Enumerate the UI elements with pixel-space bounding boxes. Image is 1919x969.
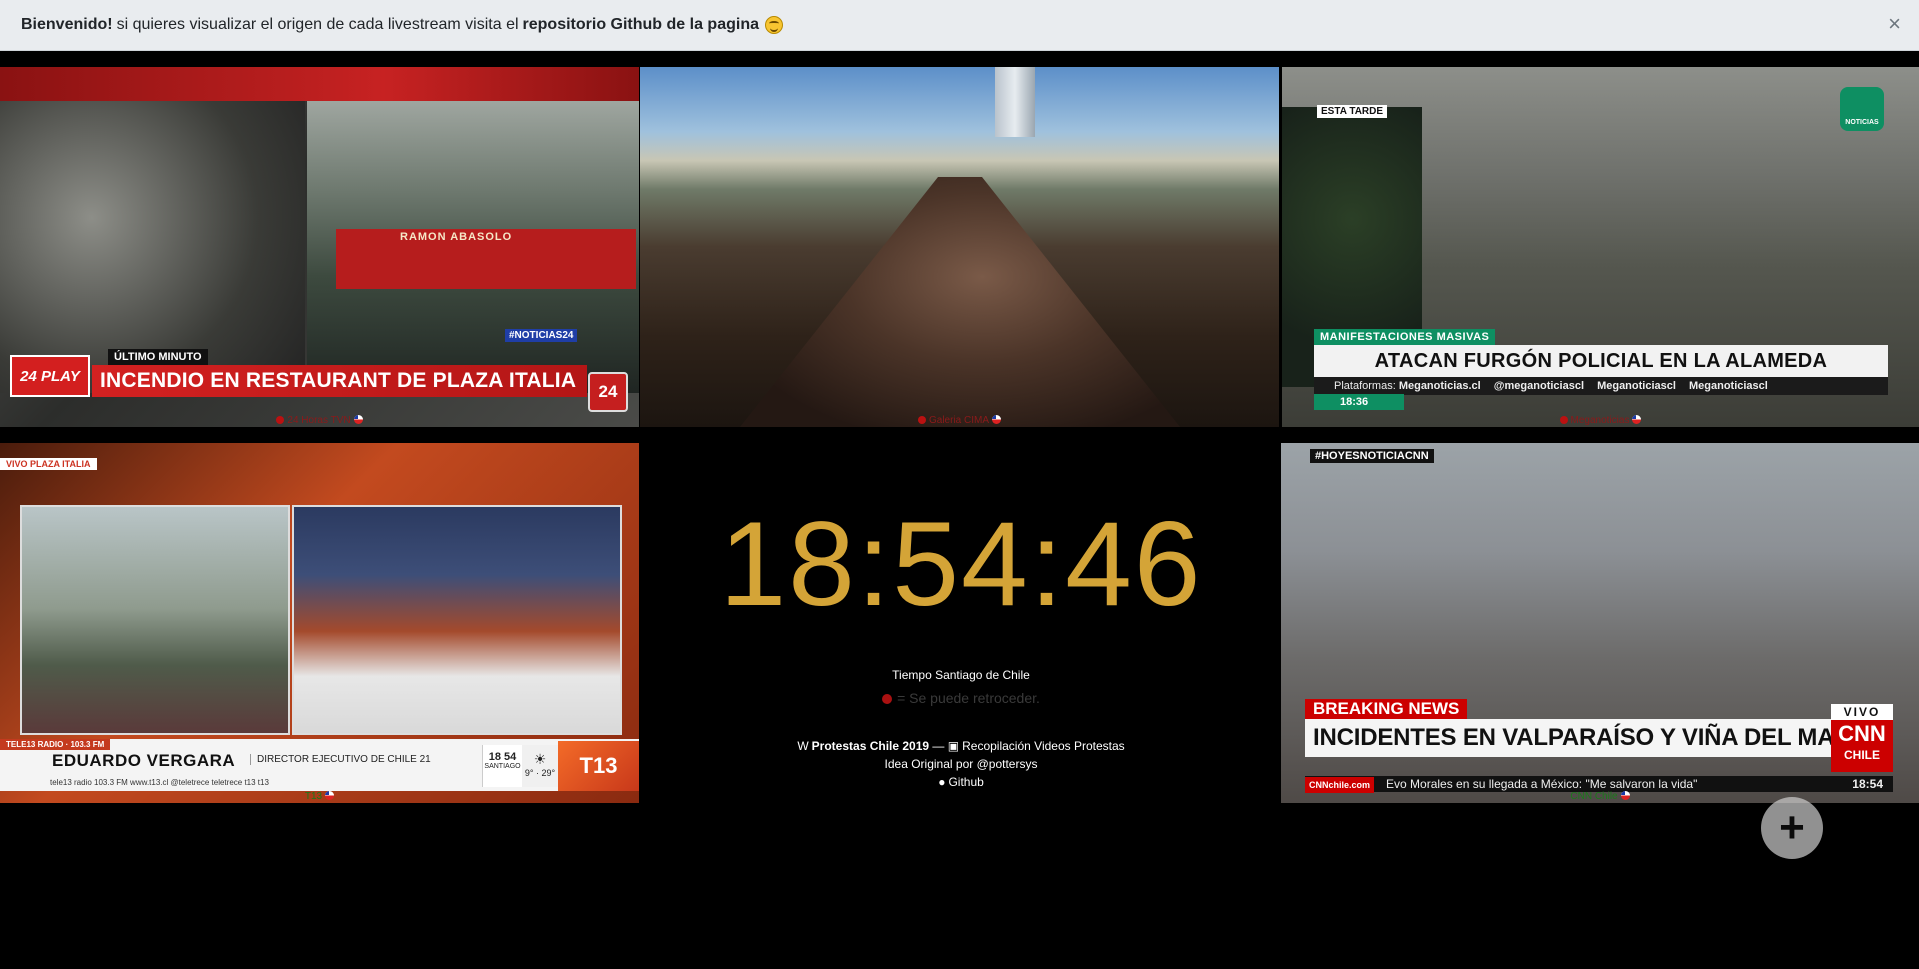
chile-flag-icon [1632, 415, 1642, 424]
cnn-hashtag: #HOYESNOTICIACNN [1310, 449, 1434, 463]
timezone-label: Tiempo Santiago de Chile [892, 668, 1030, 682]
credit-line[interactable]: Idea Original por @pottersys [640, 755, 1282, 773]
stream-label[interactable]: T13 [0, 791, 639, 802]
welcome-alert: Bienvenido! si quieres visualizar el ori… [0, 0, 1919, 51]
github-icon: ● [938, 775, 946, 789]
stream-label-text: CNN Chile [1570, 791, 1618, 802]
platform-facebook: Meganoticiascl [1597, 380, 1676, 392]
platform-twitter: @meganoticiascl [1493, 380, 1584, 392]
t13-clock: 18 54 SANTIAGO [482, 745, 522, 787]
github-link[interactable]: Github [948, 775, 983, 789]
live-dot-icon [1559, 416, 1568, 424]
wiki-link[interactable]: Protestas Chile 2019 [812, 739, 929, 753]
t13-logo: T13 [558, 741, 639, 791]
add-stream-button[interactable]: + [1761, 797, 1823, 859]
stream-label-text: Meganoticias [1570, 415, 1630, 426]
24-play-logo: 24 PLAY [10, 355, 90, 397]
ticker-time: 18:54 [1852, 777, 1883, 791]
stream-24-horas[interactable]: RAMON ABASOLO #NOTICIAS24 24 PLAY ÚLTIMO… [0, 67, 639, 427]
alert-welcome: Bienvenido! [21, 16, 113, 33]
cnn-logo-text: CNN [1838, 721, 1886, 746]
platform-instagram: Meganoticiascl [1688, 380, 1768, 392]
t13-city: SANTIAGO [484, 763, 521, 770]
ticker-text: Evo Morales en su llegada a México: "Me … [1386, 777, 1698, 791]
noticias24-hashtag: #NOTICIAS24 [505, 329, 578, 342]
chile-flag-icon [992, 415, 1001, 424]
stream-label[interactable]: 24 Horas TVN [0, 415, 639, 426]
tile3-time: 18:36 [1314, 394, 1404, 410]
stream-galeria-cima[interactable]: Galeria CIMA [640, 67, 1279, 427]
smile-icon [765, 16, 783, 34]
vivo-plaza-italia-tag: VIVO PLAZA ITALIA [0, 458, 97, 470]
weather-icon: ☀ 9° · 29° [522, 745, 558, 787]
stream-label[interactable]: Galeria CIMA [640, 415, 1279, 426]
category-tag: MANIFESTACIONES MASIVAS [1314, 329, 1496, 345]
meganoticias-logo: NOTICIAS [1840, 87, 1884, 131]
stream-label-text: T13 [304, 791, 323, 802]
crowd-view [740, 177, 1180, 427]
stream-meganoticias[interactable]: ESTA TARDE NOTICIAS MANIFESTACIONES MASI… [1282, 67, 1919, 427]
alert-close-button[interactable]: × [1888, 13, 1901, 35]
t13-clock-time: 18 54 [488, 751, 517, 763]
stream-label-text: 24 Horas TVN [287, 415, 351, 426]
stream-cnn-chile[interactable]: #HOYESNOTICIACNN BREAKING NEWS INCIDENTE… [1281, 443, 1919, 803]
live-dot-icon [276, 416, 285, 424]
stream-label[interactable]: CNN Chile [1281, 791, 1919, 802]
platforms-bar: Plataformas: Meganoticias.cl @meganotici… [1314, 377, 1888, 395]
platform-web: Meganoticias.cl [1398, 380, 1481, 392]
stream-t13[interactable]: VIVO PLAZA ITALIA TELE13 RADIO · 103.3 F… [0, 443, 639, 803]
esta-tarde-tag: ESTA TARDE [1317, 105, 1388, 118]
24-badge: 24 [588, 372, 628, 412]
videos-icon: ▣ [947, 739, 960, 753]
live-dot-icon [882, 694, 893, 704]
cnn-chile-text: CHILE [1844, 748, 1880, 762]
cnn-vivo-tag: VIVO [1831, 704, 1893, 720]
big-clock: 18:54:46 [719, 497, 1203, 631]
chile-flag-icon [353, 415, 363, 424]
clock-panel: 18:54:46 Tiempo Santiago de Chile = Se p… [640, 443, 1282, 803]
live-dot-icon [917, 416, 926, 424]
truck-text: RAMON ABASOLO [400, 231, 513, 243]
stream-label-text: Galeria CIMA [928, 415, 989, 426]
alert-text: si quieres visualizar el origen de cada … [116, 16, 519, 33]
cnn-ticker: CNNchile.com Evo Morales en su llegada a … [1305, 776, 1893, 793]
studio-view [292, 505, 622, 735]
compilation-link[interactable]: Recopilación Videos Protestas [962, 739, 1125, 753]
credits: W Protestas Chile 2019 — ▣ Recopilación Vi… [640, 737, 1282, 791]
chile-flag-icon [1620, 791, 1630, 800]
ultimo-minuto-kicker: ÚLTIMO MINUTO [108, 349, 208, 365]
tile3-headline: ATACAN FURGÓN POLICIAL EN LA ALAMEDA [1314, 345, 1888, 377]
stream-label[interactable]: Meganoticias [1282, 415, 1919, 426]
rewind-text: = Se puede retroceder. [897, 690, 1040, 706]
tower-building [995, 67, 1035, 137]
wikipedia-icon: W [797, 739, 809, 753]
breaking-news-tag: BREAKING NEWS [1305, 699, 1468, 719]
t13-footer: tele13 radio 103.3 FM www.t13.cl @teletr… [50, 778, 269, 787]
plaza-view [20, 505, 290, 735]
rewind-note: = Se puede retroceder. [640, 690, 1282, 706]
credits-dash: — [932, 739, 945, 753]
radio-tag: TELE13 RADIO · 103.3 FM [0, 739, 111, 750]
alert-repo-link[interactable]: repositorio Github de la pagina [523, 16, 759, 34]
chile-flag-icon [325, 791, 335, 800]
guest-name: EDUARDO VERGARA [52, 751, 236, 770]
guest-role: DIRECTOR EJECUTIVO DE CHILE 21 [250, 754, 431, 765]
t13-temp: 9° · 29° [524, 768, 556, 778]
tile5-headline: INCIDENTES EN VALPARAÍSO Y VIÑA DEL MAR [1305, 719, 1853, 757]
tile1-headline: INCENDIO EN RESTAURANT DE PLAZA ITALIA [92, 365, 587, 397]
platforms-label: Plataformas: [1334, 380, 1396, 392]
cnn-chile-logo: CNN CHILE [1831, 720, 1893, 772]
tile-top-band [0, 67, 639, 101]
